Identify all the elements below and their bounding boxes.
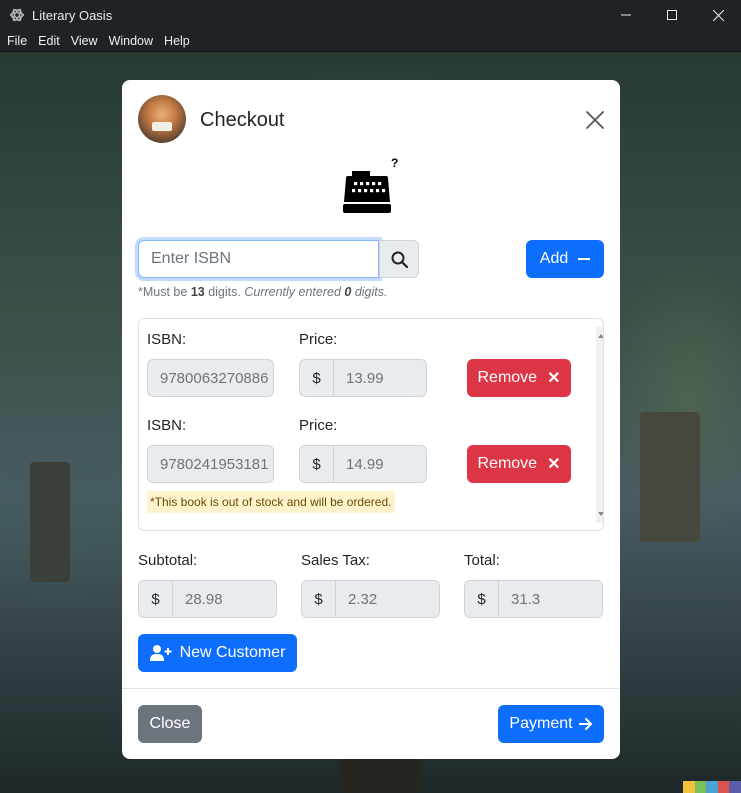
avatar [138,95,186,143]
modal-header: Checkout [122,80,620,158]
cart-list[interactable]: ISBN: Price: 9780063270886 $ 13.99 Remov… [138,318,604,531]
total-label: Total: [464,552,500,569]
maximize-button[interactable] [649,0,695,30]
close-button[interactable]: Close [138,705,202,743]
minimize-button[interactable] [603,0,649,30]
new-customer-button[interactable]: New Customer [138,634,297,672]
modal-title: Checkout [200,109,285,131]
maximize-icon [667,10,677,20]
app-logo-icon [10,8,24,22]
add-button[interactable]: Add [526,240,604,278]
menu-window[interactable]: Window [109,34,153,48]
isbn-input[interactable] [138,240,379,278]
sales-tax-field: $ 2.32 [301,580,440,618]
cart-item-isbn-field: 9780063270886 [147,359,274,397]
cart-item-price-field: $ 13.99 [299,359,427,397]
out-of-stock-note: *This book is out of stock and will be o… [147,491,396,513]
search-button[interactable] [379,240,419,278]
cash-register-icon: ? [343,156,398,213]
search-icon [391,251,408,268]
window-titlebar: Literary Oasis [0,0,741,30]
checkout-modal: Checkout ? Add *Must be 13 digits. Curre… [122,80,620,759]
x-icon: ✕ [547,370,561,387]
subtotal-field: $ 28.98 [138,580,277,618]
add-button-label: Add [539,250,569,267]
book-icon [152,122,172,131]
required-digits: 13 [190,285,205,299]
minimize-icon [621,14,631,16]
new-customer-label: New Customer [179,644,286,661]
cart-item-isbn-field: 9780241953181 [147,445,274,483]
total-field: $ 31.3 [464,580,603,618]
user-plus-icon [149,645,172,661]
register-badge: ? [391,156,398,170]
subtotal-label: Subtotal: [138,552,198,569]
menu-view[interactable]: View [71,34,98,48]
close-icon [712,9,724,21]
menu-edit[interactable]: Edit [38,34,60,48]
payment-button[interactable]: Payment [498,705,604,743]
menu-bar: File Edit View Window Help [0,30,741,52]
modal-close-icon[interactable] [584,109,606,131]
footer-divider [122,688,620,689]
remove-item-button[interactable]: Remove ✕ [467,445,571,483]
arrow-right-icon [578,718,592,730]
payment-label: Payment [509,715,573,732]
menu-file[interactable]: File [7,34,27,48]
x-icon: ✕ [547,456,561,473]
cart-item-price-label: Price: [299,331,338,348]
cart-scrollbar[interactable] [596,327,603,523]
sales-tax-label: Sales Tax: [301,552,370,569]
scroll-up-arrow[interactable] [598,334,603,338]
scroll-down-arrow[interactable] [598,512,603,516]
cart-item-isbn-label: ISBN: [147,331,187,348]
menu-help[interactable]: Help [164,34,190,48]
minus-icon [578,258,591,260]
cart-item-price-field: $ 14.99 [299,445,427,483]
cart-item-isbn-label: ISBN: [147,417,187,434]
window-title: Literary Oasis [32,7,113,23]
window-close-button[interactable] [695,0,741,30]
cart-item-price-label: Price: [299,417,338,434]
color-strip [683,781,741,793]
isbn-help-text: *Must be 13 digits. Currently entered 0 … [138,285,388,299]
remove-item-button[interactable]: Remove ✕ [467,359,571,397]
